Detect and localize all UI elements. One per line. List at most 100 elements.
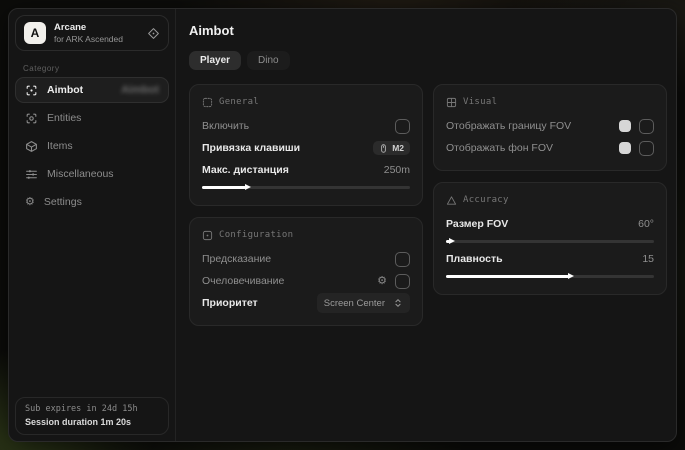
configuration-card: Configuration Предсказание Очеловечивани… [189, 217, 423, 326]
visual-card-header: Visual [446, 94, 654, 110]
fov-bg-label: Отображать фон FOV [446, 142, 553, 154]
grid-icon [446, 97, 457, 108]
fov-size-slider[interactable] [446, 237, 654, 245]
smoothness-value: 15 [642, 253, 654, 265]
slider-thumb [568, 273, 574, 279]
fov-bg-color-swatch[interactable] [619, 142, 631, 154]
fov-size-value: 60° [638, 218, 654, 230]
triangle-icon [446, 195, 457, 206]
main-content: Aimbot Player Dino General [176, 9, 677, 441]
focus-diamond-icon[interactable] [147, 27, 160, 40]
sidebar-item-label: Aimbot [47, 84, 83, 96]
humanize-controls: ⚙ [377, 274, 410, 289]
entity-scan-icon [25, 112, 38, 125]
category-label: Category [23, 64, 161, 73]
keybind-row: Привязка клавиши M2 [202, 137, 410, 159]
tab-player[interactable]: Player [189, 51, 241, 70]
fov-border-color-swatch[interactable] [619, 120, 631, 132]
smoothness-row: Плавность 15 [446, 248, 654, 270]
session-duration-text: Session duration 1m 20s [25, 417, 159, 427]
general-card-header: General [202, 94, 410, 110]
priority-label: Приоритет [202, 297, 258, 309]
fov-border-label: Отображать границу FOV [446, 120, 571, 132]
fov-border-controls [619, 119, 654, 134]
page-title: Aimbot [189, 23, 667, 38]
sidebar: A Arcane for ARK Ascended Category [9, 9, 176, 441]
ghost-watermark: Aimbot [121, 84, 159, 96]
prediction-label: Предсказание [202, 253, 271, 265]
mouse-icon [379, 144, 388, 153]
cards-area: General Включить Привязка клавиши [189, 84, 667, 326]
gear-icon: ⚙ [25, 197, 35, 208]
app-name: Arcane [54, 22, 139, 34]
keybind-value: M2 [392, 143, 404, 153]
fov-size-row: Размер FOV 60° [446, 213, 654, 235]
enable-checkbox[interactable] [395, 119, 410, 134]
priority-row: Приоритет Screen Center [202, 292, 410, 314]
crosshair-scan-icon [25, 84, 38, 97]
smoothness-slider[interactable] [446, 272, 654, 280]
fov-size-label: Размер FOV [446, 218, 508, 230]
sidebar-item-label: Settings [44, 196, 82, 208]
app-subtitle: for ARK Ascended [54, 34, 139, 45]
prediction-checkbox[interactable] [395, 252, 410, 267]
slider-thumb [245, 184, 251, 190]
app-title-block: Arcane for ARK Ascended [54, 22, 139, 45]
fov-bg-row: Отображать фон FOV [446, 137, 654, 159]
app-window: A Arcane for ARK Ascended Category [8, 8, 677, 442]
sidebar-item-entities[interactable]: Entities [15, 105, 169, 131]
sidebar-item-label: Miscellaneous [47, 168, 114, 180]
target-box-icon [202, 97, 213, 108]
slider-thumb [449, 238, 455, 244]
app-header: A Arcane for ARK Ascended [15, 15, 169, 51]
sidebar-item-settings[interactable]: ⚙ Settings [15, 189, 169, 215]
priority-select[interactable]: Screen Center [317, 293, 410, 313]
fov-border-checkbox[interactable] [639, 119, 654, 134]
sub-expires-text: Sub expires in 24d 15h [25, 404, 159, 414]
tab-dino[interactable]: Dino [247, 51, 290, 70]
slider-track [446, 240, 654, 243]
humanize-label: Очеловечивание [202, 275, 284, 287]
slider-fill [202, 186, 246, 189]
sidebar-item-label: Items [47, 140, 73, 152]
accuracy-card-header: Accuracy [446, 192, 654, 208]
sidebar-item-miscellaneous[interactable]: Miscellaneous [15, 161, 169, 187]
app-logo: A [24, 22, 46, 44]
visual-card-title: Visual [463, 97, 497, 107]
fov-bg-controls [619, 141, 654, 156]
sidebar-item-aimbot[interactable]: Aimbot Aimbot [15, 77, 169, 103]
tab-bar: Player Dino [189, 51, 667, 70]
sidebar-item-items[interactable]: Items [15, 133, 169, 159]
enable-label: Включить [202, 120, 249, 132]
humanize-checkbox[interactable] [395, 274, 410, 289]
general-card: General Включить Привязка клавиши [189, 84, 423, 206]
prediction-row: Предсказание [202, 248, 410, 270]
distance-row: Макс. дистанция 250m [202, 159, 410, 181]
gear-icon[interactable]: ⚙ [377, 276, 387, 287]
priority-value: Screen Center [324, 298, 385, 309]
fov-border-row: Отображать границу FOV [446, 115, 654, 137]
tune-box-icon [202, 230, 213, 241]
accuracy-card-title: Accuracy [463, 195, 509, 205]
smoothness-label: Плавность [446, 253, 503, 265]
keybind-button[interactable]: M2 [373, 141, 410, 155]
general-card-title: General [219, 97, 259, 107]
session-info-box: Sub expires in 24d 15h Session duration … [15, 397, 169, 435]
fov-bg-checkbox[interactable] [639, 141, 654, 156]
configuration-card-header: Configuration [202, 227, 410, 243]
slider-fill [446, 240, 450, 243]
slider-fill [446, 275, 569, 278]
enable-row: Включить [202, 115, 410, 137]
sliders-icon [25, 168, 38, 181]
humanize-row: Очеловечивание ⚙ [202, 270, 410, 292]
distance-label: Макс. дистанция [202, 164, 289, 176]
distance-slider[interactable] [202, 183, 410, 191]
accuracy-card: Accuracy Размер FOV 60° Плавность [433, 182, 667, 295]
visual-card: Visual Отображать границу FOV Отображать… [433, 84, 667, 171]
package-icon [25, 140, 38, 153]
right-column: Visual Отображать границу FOV Отображать… [433, 84, 667, 295]
left-column: General Включить Привязка клавиши [189, 84, 423, 326]
distance-value: 250m [384, 164, 410, 176]
sidebar-item-label: Entities [47, 112, 81, 124]
chevron-up-down-icon [393, 298, 403, 308]
